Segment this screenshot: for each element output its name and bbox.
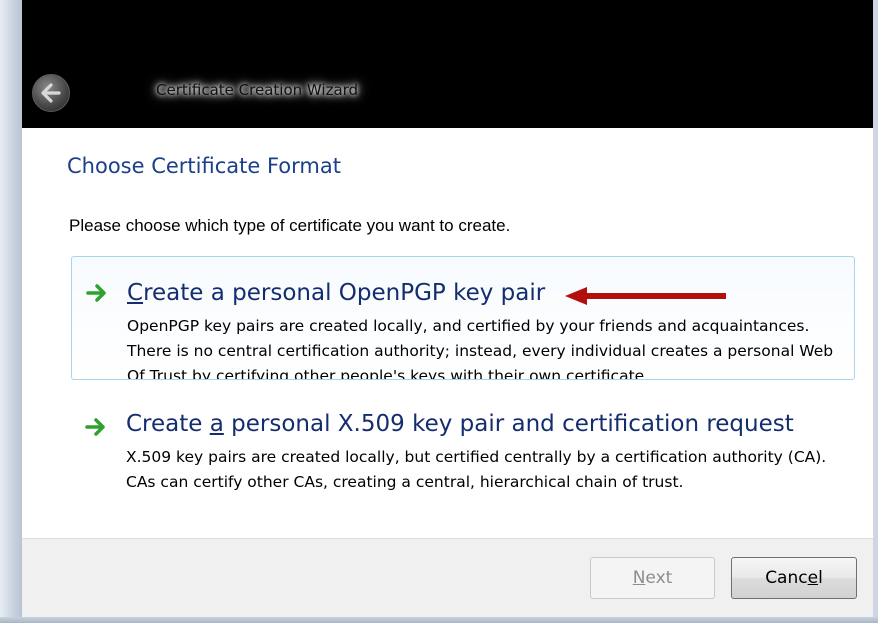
- option-openpgp-description: OpenPGP key pairs are created locally, a…: [127, 317, 834, 380]
- window-frame-right: [873, 0, 878, 623]
- option-x509[interactable]: Create a personal X.509 key pair and cer…: [71, 402, 855, 506]
- window-frame-bottom: [0, 617, 878, 623]
- back-arrow-icon: [41, 83, 61, 103]
- wizard-header: [22, 0, 873, 128]
- instruction-text: Please choose which type of certificate …: [69, 216, 511, 235]
- mnemonic-a: a: [209, 411, 224, 437]
- green-arrow-icon: [85, 418, 105, 436]
- option-openpgp-title: Create a personal OpenPGP key pair: [127, 280, 546, 306]
- mnemonic-c: C: [127, 280, 144, 306]
- back-button[interactable]: [32, 74, 70, 112]
- window-title: Certificate Creation Wizard: [156, 81, 359, 99]
- page-title: Choose Certificate Format: [67, 154, 341, 178]
- green-arrow-icon: [86, 284, 106, 302]
- option-x509-description: X.509 key pairs are created locally, but…: [126, 448, 827, 491]
- option-openpgp[interactable]: Create a personal OpenPGP key pair OpenP…: [71, 256, 855, 380]
- option-x509-title: Create a personal X.509 key pair and cer…: [126, 411, 794, 437]
- next-button[interactable]: Next: [590, 557, 715, 599]
- red-annotation-arrow: [565, 287, 726, 305]
- window-frame-left: [0, 0, 22, 623]
- cancel-button[interactable]: Canc e l: [731, 557, 857, 599]
